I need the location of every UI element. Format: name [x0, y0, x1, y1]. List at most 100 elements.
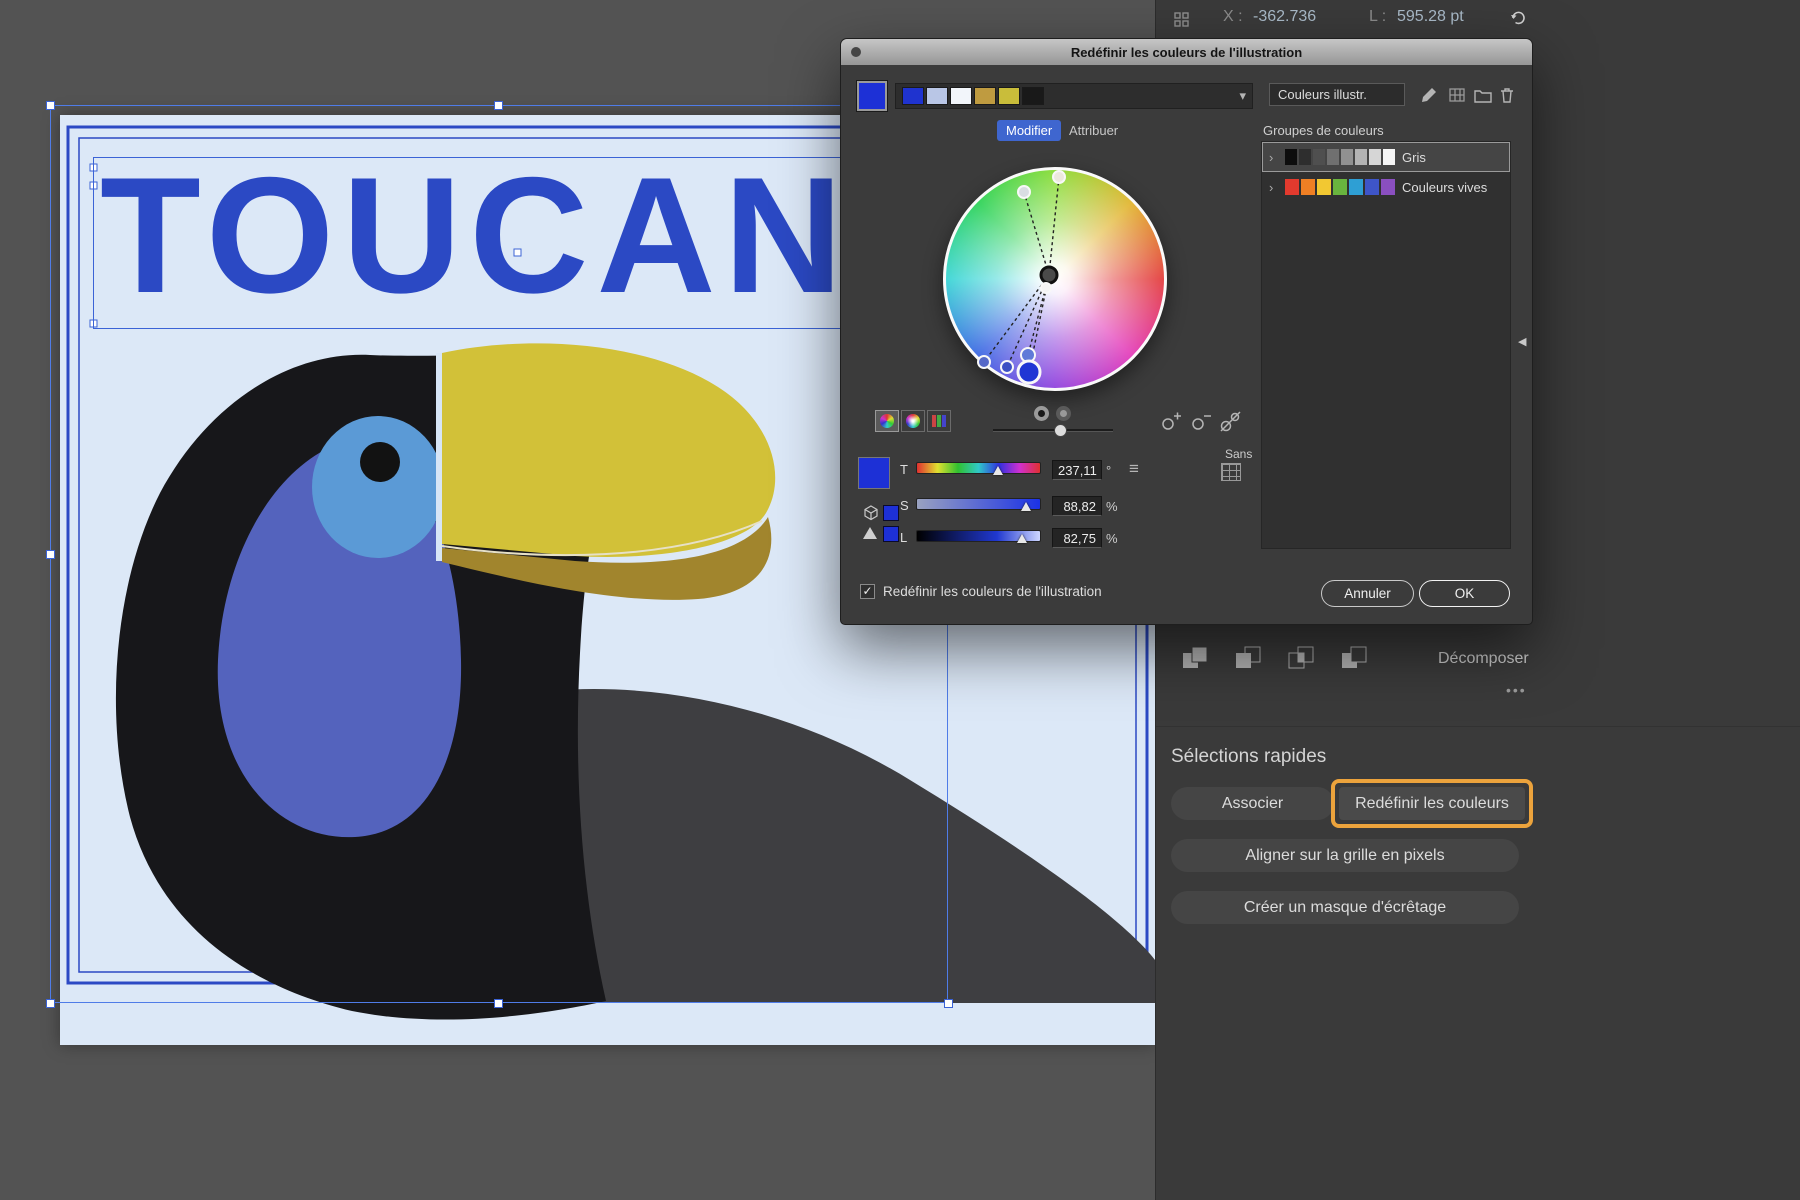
color-swatch[interactable] [1383, 149, 1395, 165]
color-swatch[interactable] [1333, 179, 1347, 195]
artboard-headline-text[interactable]: TOUCAN [100, 153, 851, 318]
show-brightness-toggle[interactable] [1034, 406, 1049, 421]
wheel-mode-group [875, 410, 951, 432]
wheel-brightness-slider[interactable] [993, 429, 1113, 432]
color-swatch[interactable] [1313, 149, 1325, 165]
chevron-down-icon[interactable]: ▾ [1239, 88, 1246, 104]
width-label: L : [1369, 8, 1386, 26]
trash-icon[interactable] [1497, 85, 1517, 105]
color-swatch[interactable] [1381, 179, 1395, 195]
saturation-unit: % [1106, 499, 1118, 514]
web-warning-icon[interactable] [863, 527, 877, 539]
dialog-title: Redéfinir les couleurs de l'illustration [1071, 45, 1302, 60]
expand-button[interactable]: Décomposer [1438, 650, 1529, 668]
hue-slider[interactable] [916, 462, 1041, 474]
color-swatch[interactable] [1327, 149, 1339, 165]
chevron-right-icon[interactable]: › [1269, 180, 1278, 195]
show-saturation-toggle[interactable] [1056, 406, 1071, 421]
luminosity-slider-thumb[interactable] [1017, 534, 1027, 543]
gamut-color-chip[interactable] [883, 505, 899, 521]
color-swatch[interactable] [902, 87, 924, 105]
saturation-value-field[interactable]: 88,82 [1052, 496, 1102, 516]
x-coordinate-value[interactable]: -362.736 [1253, 8, 1316, 26]
limit-library-grid-icon[interactable] [1221, 463, 1241, 481]
dialog-close-icon[interactable] [851, 47, 861, 57]
color-swatch[interactable] [926, 87, 948, 105]
saturation-label: S [900, 498, 909, 513]
luminosity-value-field[interactable]: 82,75 [1052, 528, 1102, 548]
color-swatch[interactable] [1341, 149, 1353, 165]
color-swatch[interactable] [998, 87, 1020, 105]
more-options-dots[interactable]: ••• [1506, 682, 1527, 698]
selection-handle-w[interactable] [46, 550, 55, 559]
folder-icon[interactable] [1473, 85, 1493, 105]
luminosity-unit: % [1106, 531, 1118, 546]
recolor-highlight-frame: Redéfinir les couleurs [1331, 779, 1533, 828]
dialog-titlebar[interactable]: Redéfinir les couleurs de l'illustration [841, 39, 1532, 65]
add-color-icon[interactable] [1159, 411, 1183, 433]
selection-handle-se[interactable] [944, 999, 953, 1008]
color-swatch[interactable] [974, 87, 996, 105]
color-preset-dropdown[interactable]: ▾ [895, 83, 1253, 109]
save-swatches-icon[interactable] [1447, 85, 1467, 105]
selection-handle-nw[interactable] [46, 101, 55, 110]
color-swatch[interactable] [1369, 149, 1381, 165]
pathfinder-minus-front-icon[interactable] [1234, 645, 1264, 671]
color-swatch[interactable] [950, 87, 972, 105]
segmented-wheel-mode-icon[interactable] [901, 410, 925, 432]
cancel-button[interactable]: Annuler [1321, 580, 1414, 607]
color-group-row-gris[interactable]: › Gris [1262, 142, 1510, 172]
width-value[interactable]: 595.28 pt [1397, 8, 1464, 26]
color-swatch[interactable] [1317, 179, 1331, 195]
color-swatch[interactable] [1285, 149, 1297, 165]
active-color-swatch[interactable] [858, 457, 890, 489]
color-swatch[interactable] [1349, 179, 1363, 195]
color-swatch[interactable] [1365, 179, 1379, 195]
tab-edit[interactable]: Modifier [997, 120, 1061, 141]
recolor-artwork-button[interactable]: Redéfinir les couleurs [1339, 787, 1525, 820]
color-library-field[interactable]: Couleurs illustr. [1269, 83, 1405, 106]
rotate-view-icon[interactable] [1508, 8, 1528, 28]
pathfinder-unite-icon[interactable] [1181, 645, 1211, 671]
selection-handle-sw[interactable] [46, 999, 55, 1008]
pathfinder-exclude-icon[interactable] [1340, 645, 1370, 671]
collapse-panel-arrow-icon[interactable]: ◀ [1518, 335, 1526, 348]
color-swatch[interactable] [1299, 149, 1311, 165]
artboard-grid-icon[interactable] [1173, 11, 1191, 29]
clipping-mask-button[interactable]: Créer un masque d'écrêtage [1171, 891, 1519, 924]
out-of-gamut-cube-icon[interactable] [863, 505, 879, 521]
selection-handle-n[interactable] [494, 101, 503, 110]
current-color-swatch[interactable] [857, 81, 887, 111]
recolor-checkbox-label: Redéfinir les couleurs de l'illustration [883, 584, 1102, 599]
tab-assign[interactable]: Attribuer [1060, 120, 1127, 141]
color-group-row-vives[interactable]: › Couleurs vives [1262, 172, 1510, 202]
smooth-wheel-mode-icon[interactable] [875, 410, 899, 432]
align-pixel-grid-button[interactable]: Aligner sur la grille en pixels [1171, 839, 1519, 872]
recolor-artwork-dialog: Redéfinir les couleurs de l'illustration… [840, 38, 1533, 625]
quick-selections-header: Sélections rapides [1171, 746, 1326, 768]
hue-unit: ° [1106, 463, 1111, 478]
wheel-brightness-thumb[interactable] [1054, 424, 1067, 437]
unlink-harmony-icon[interactable] [1219, 411, 1243, 433]
eyedropper-icon[interactable] [1419, 85, 1439, 105]
ok-button[interactable]: OK [1419, 580, 1510, 607]
chevron-right-icon[interactable]: › [1269, 150, 1278, 165]
color-wheel[interactable] [943, 167, 1167, 391]
saturation-slider[interactable] [916, 498, 1041, 510]
color-swatch[interactable] [1355, 149, 1367, 165]
color-swatch[interactable] [1301, 179, 1315, 195]
hue-slider-thumb[interactable] [993, 466, 1003, 475]
saturation-slider-thumb[interactable] [1021, 502, 1031, 511]
recolor-checkbox[interactable]: ✓ [860, 584, 875, 599]
selection-handle-s[interactable] [494, 999, 503, 1008]
associate-button[interactable]: Associer [1171, 787, 1334, 820]
color-swatch[interactable] [1285, 179, 1299, 195]
color-bars-mode-icon[interactable] [927, 410, 951, 432]
slider-menu-icon[interactable]: ≡ [1129, 459, 1139, 479]
color-swatch[interactable] [1022, 87, 1044, 105]
hue-value-field[interactable]: 237,11 [1052, 460, 1102, 480]
remove-color-icon[interactable] [1189, 411, 1213, 433]
luminosity-slider[interactable] [916, 530, 1041, 542]
pathfinder-intersect-icon[interactable] [1287, 645, 1317, 671]
warning-color-chip[interactable] [883, 526, 899, 542]
